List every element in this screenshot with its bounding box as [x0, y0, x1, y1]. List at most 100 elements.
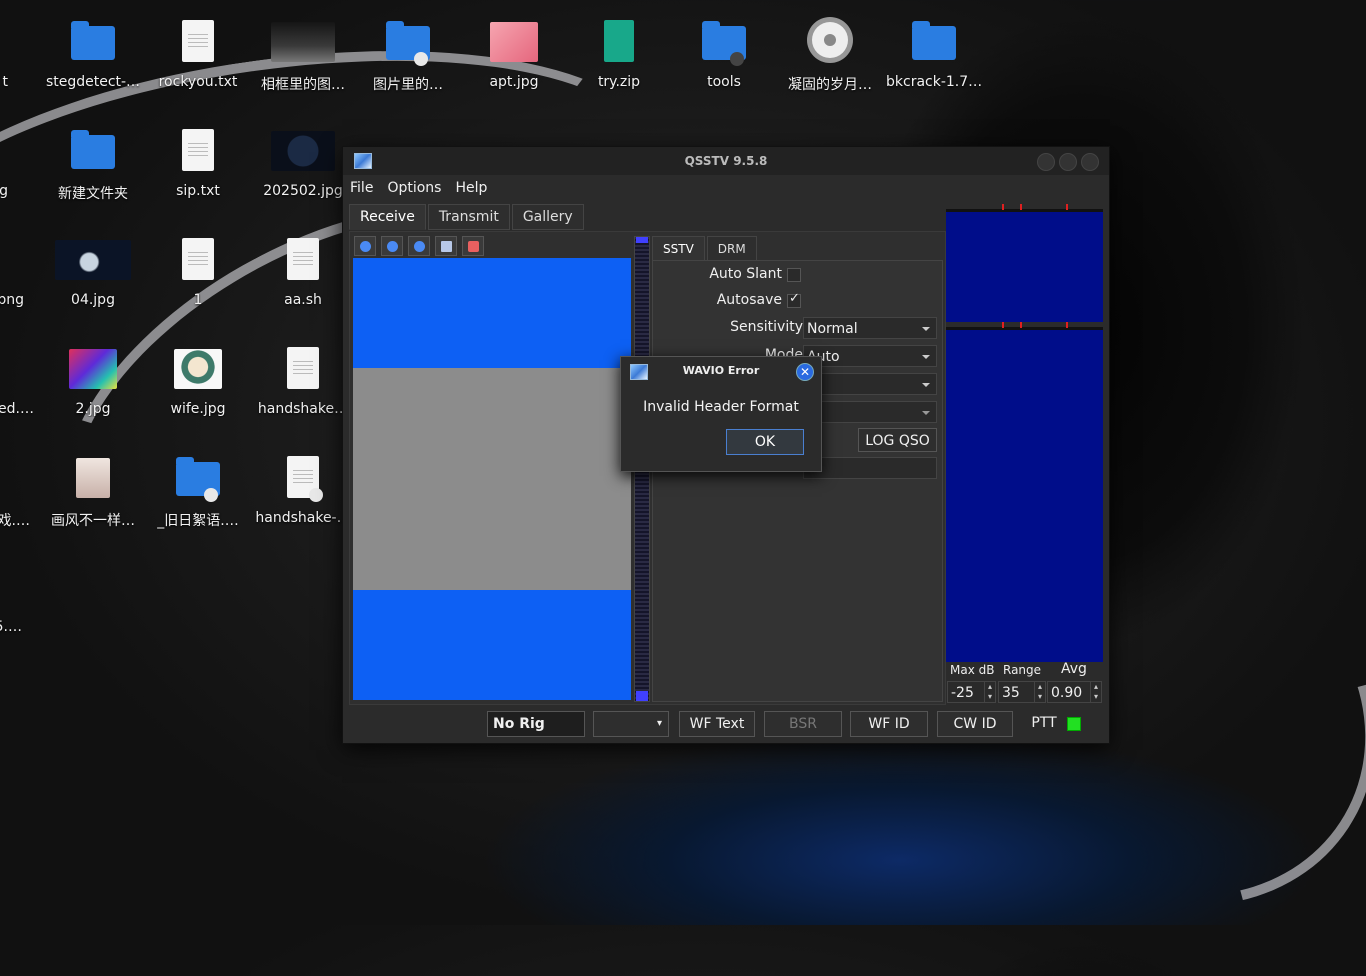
desktop-icon[interactable]: 新建文件夹: [45, 125, 141, 203]
binary-file-icon: [287, 347, 319, 389]
sstv-settings: Auto Slant Autosave Sensitivity Normal M…: [652, 260, 943, 702]
chevron-down-icon: [922, 355, 930, 359]
desktop-icon-partial[interactable]: g: [0, 125, 8, 199]
stop-button[interactable]: [381, 236, 403, 256]
desktop-icon[interactable]: try.zip: [571, 16, 667, 90]
spin-arrows-icon[interactable]: ▴ ▾: [984, 682, 995, 702]
bsr-button[interactable]: BSR: [764, 711, 842, 737]
settings-spinbox[interactable]: [803, 401, 937, 423]
tab-transmit[interactable]: Transmit: [427, 204, 510, 230]
marker-tick: [1002, 204, 1004, 210]
desktop-icon[interactable]: bkcrack-1.7…: [886, 16, 982, 90]
maximize-button[interactable]: [1059, 153, 1077, 171]
level-knob-bottom: [636, 691, 648, 701]
avg-spinbox[interactable]: 0.90 ▴ ▾: [1047, 681, 1102, 703]
desktop-icon[interactable]: 202502.jpg: [255, 125, 351, 199]
desktop-icon[interactable]: 2.jpg: [45, 343, 141, 417]
ptt-indicator[interactable]: [1067, 717, 1081, 731]
menu-file[interactable]: File: [343, 180, 380, 196]
desktop-icon[interactable]: handshake-…: [255, 452, 351, 526]
tab-receive[interactable]: Receive: [349, 204, 426, 230]
status-select[interactable]: ▾: [593, 711, 669, 737]
settings-text-field[interactable]: [803, 457, 937, 479]
desktop-icon[interactable]: 相框里的图…: [255, 16, 351, 94]
minimize-button[interactable]: [1037, 153, 1055, 171]
desktop-icon[interactable]: rockyou.txt: [150, 16, 246, 90]
cw-id-button[interactable]: CW ID: [937, 711, 1013, 737]
auto-slant-checkbox[interactable]: [787, 268, 801, 282]
wavio-error-dialog: WAVIO Error ✕ Invalid Header Format OK: [620, 356, 822, 472]
main-tabs: Receive Transmit Gallery: [349, 204, 586, 230]
desktop-icon[interactable]: 1: [150, 234, 246, 308]
sensitivity-label: Sensitivity: [730, 319, 803, 335]
spin-arrows-icon: [922, 411, 930, 415]
desktop-icon[interactable]: 04.jpg: [45, 234, 141, 308]
tab-sstv[interactable]: SSTV: [652, 236, 705, 262]
lock-icon: [309, 488, 323, 502]
desktop-icon[interactable]: wife.jpg: [150, 343, 246, 417]
marker-tick: [1020, 204, 1022, 210]
refresh-icon: [413, 240, 425, 252]
mode-select[interactable]: Auto: [803, 345, 937, 367]
ok-button[interactable]: OK: [726, 429, 804, 455]
chevron-down-icon: [922, 327, 930, 331]
chevron-down-icon: ▾: [656, 718, 662, 729]
tab-gallery[interactable]: Gallery: [511, 204, 584, 230]
max-db-spinbox[interactable]: -25 ▴ ▾: [947, 681, 996, 703]
desktop-icon[interactable]: handshake…: [255, 343, 351, 417]
refresh-button[interactable]: [408, 236, 430, 256]
start-button[interactable]: [354, 236, 376, 256]
settings-select-3[interactable]: g: [803, 373, 937, 395]
image-thumbnail-icon: [76, 458, 110, 498]
image-thumbnail-icon: [490, 22, 538, 62]
sensitivity-select[interactable]: Normal: [803, 317, 937, 339]
window-titlebar[interactable]: QSSTV 9.5.8: [343, 147, 1109, 175]
desktop-icon-partial[interactable]: 戏.…: [0, 452, 30, 530]
desktop-icon[interactable]: stegdetect-…: [45, 16, 141, 90]
desktop-icon[interactable]: tools: [676, 16, 772, 90]
desktop-icon-partial[interactable]: png: [0, 234, 24, 308]
desktop-icon[interactable]: 凝固的岁月…: [782, 16, 878, 94]
image-thumbnail-icon: [271, 131, 335, 171]
menu-options[interactable]: Options: [380, 180, 448, 196]
desktop-icon[interactable]: 图片里的…: [360, 16, 456, 94]
zip-file-icon: [604, 20, 634, 62]
image-thumbnail-icon: [271, 22, 335, 62]
lock-icon: [204, 488, 218, 502]
spin-arrows-icon[interactable]: ▴ ▾: [1034, 682, 1045, 702]
folder-icon: [71, 21, 115, 60]
close-button[interactable]: [1081, 153, 1099, 171]
menu-help[interactable]: Help: [448, 180, 494, 196]
autosave-checkbox[interactable]: [787, 291, 801, 308]
desktop-icon-partial[interactable]: ed.…: [0, 343, 34, 417]
image-thumbnail-icon: [174, 349, 222, 389]
desktop-icon[interactable]: 画风不一样…: [45, 452, 141, 530]
dialog-close-button[interactable]: ✕: [796, 363, 814, 381]
wf-text-button[interactable]: WF Text: [679, 711, 755, 737]
tab-drm[interactable]: DRM: [706, 236, 757, 262]
folder-icon: [912, 21, 956, 60]
range-spinbox[interactable]: 35 ▴ ▾: [998, 681, 1046, 703]
receive-toolbar: [354, 236, 489, 256]
sensitivity-value: Normal: [807, 321, 858, 337]
avg-label: Avg: [1061, 661, 1087, 677]
rig-status: No Rig: [487, 711, 585, 737]
lock-icon: [414, 52, 428, 66]
desktop-icon[interactable]: apt.jpg: [466, 16, 562, 90]
desktop-icon-partial[interactable]: t: [0, 16, 9, 90]
marker-tick: [1002, 322, 1004, 328]
range-value: 35: [1002, 685, 1020, 701]
spin-arrows-icon[interactable]: ▴ ▾: [1090, 682, 1101, 702]
desktop-icon-partial[interactable]: 5.…: [0, 561, 22, 635]
erase-button[interactable]: [462, 236, 484, 256]
dialog-message: Invalid Header Format: [643, 399, 799, 415]
wf-id-button[interactable]: WF ID: [850, 711, 928, 737]
desktop-icon[interactable]: aa.sh: [255, 234, 351, 308]
gear-icon: [812, 22, 848, 58]
save-button[interactable]: [435, 236, 457, 256]
desktop-icon[interactable]: _旧日絮语.…: [150, 452, 246, 530]
desktop-icon[interactable]: sip.txt: [150, 125, 246, 199]
max-db-label: Max dB: [950, 663, 995, 677]
stop-icon: [386, 240, 398, 252]
log-qso-button[interactable]: LOG QSO: [858, 428, 937, 452]
